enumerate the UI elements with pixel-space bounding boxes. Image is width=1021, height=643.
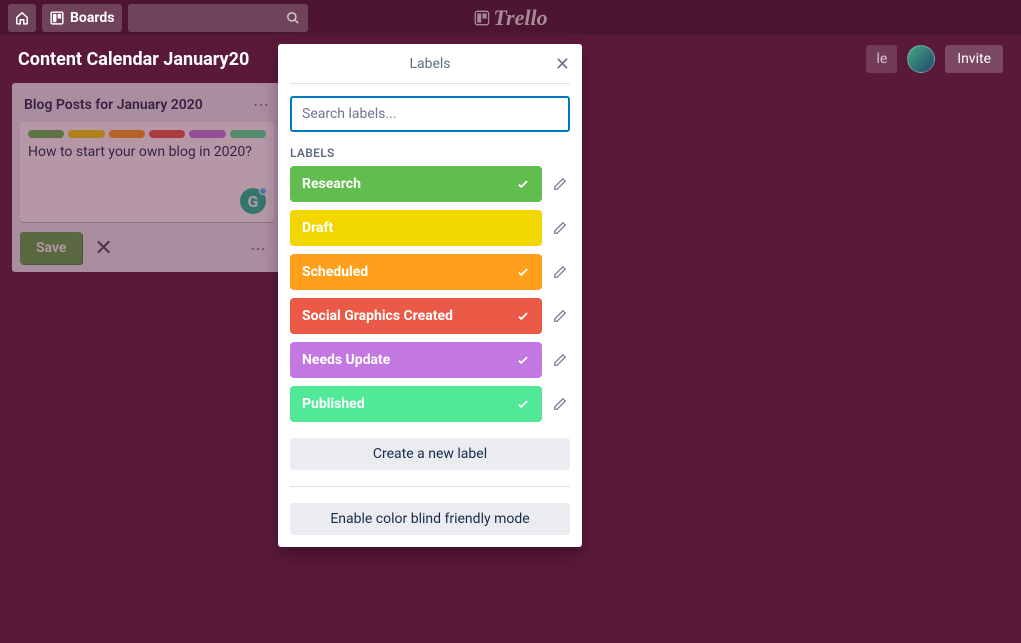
card-label-pill[interactable]	[230, 130, 266, 138]
label-row: Needs Update	[290, 342, 570, 378]
check-icon	[516, 309, 530, 323]
create-label-button[interactable]: Create a new label	[290, 438, 570, 470]
close-icon[interactable]: ✕	[94, 236, 112, 261]
label-row: Social Graphics Created	[290, 298, 570, 334]
label-list: Research Draft Scheduled Social Graphics Cr…	[290, 166, 570, 422]
label-row: Research	[290, 166, 570, 202]
avatar[interactable]	[907, 45, 935, 73]
board-title[interactable]: Content Calendar January20	[18, 49, 249, 70]
pencil-icon[interactable]	[550, 353, 570, 367]
label-pill[interactable]: Scheduled	[290, 254, 542, 290]
logo[interactable]: Trello	[473, 5, 547, 31]
label-pill[interactable]: Draft	[290, 210, 542, 246]
search-icon	[286, 11, 300, 25]
list-menu-button[interactable]: ⋯	[253, 95, 270, 114]
home-icon	[15, 11, 29, 25]
pencil-icon[interactable]	[550, 397, 570, 411]
label-row: Scheduled	[290, 254, 570, 290]
pencil-icon[interactable]	[550, 221, 570, 235]
label-name: Social Graphics Created	[302, 308, 453, 324]
popover-title: Labels	[409, 56, 450, 72]
card-label-pill[interactable]	[149, 130, 185, 138]
card-label-pill[interactable]	[109, 130, 145, 138]
team-visibility[interactable]: le	[866, 45, 897, 73]
card-actions-menu[interactable]: ⋯	[250, 239, 274, 258]
label-row: Published	[290, 386, 570, 422]
boards-icon	[50, 11, 64, 25]
check-icon	[516, 397, 530, 411]
logo-icon	[473, 10, 489, 26]
grammarly-icon[interactable]: G	[240, 188, 266, 214]
label-pill[interactable]: Research	[290, 166, 542, 202]
topbar: Boards Trello	[0, 0, 1021, 35]
card-label-pill[interactable]	[28, 130, 64, 138]
search-box[interactable]	[128, 4, 308, 32]
card-labels	[28, 130, 266, 138]
label-name: Needs Update	[302, 352, 390, 368]
pencil-icon[interactable]	[550, 265, 570, 279]
label-name: Published	[302, 396, 365, 412]
label-pill[interactable]: Social Graphics Created	[290, 298, 542, 334]
boards-label: Boards	[70, 10, 114, 26]
boards-button[interactable]: Boards	[42, 4, 122, 32]
pencil-icon[interactable]	[550, 309, 570, 323]
check-icon	[516, 265, 530, 279]
check-icon	[516, 177, 530, 191]
label-name: Draft	[302, 220, 333, 236]
save-button[interactable]: Save	[20, 232, 82, 264]
colorblind-mode-button[interactable]: Enable color blind friendly mode	[290, 503, 570, 535]
list: Blog Posts for January 2020 ⋯ How to sta…	[12, 83, 282, 272]
search-labels-input[interactable]	[290, 96, 570, 132]
card-text: How to start your own blog in 2020?	[28, 144, 266, 160]
card-label-pill[interactable]	[189, 130, 225, 138]
label-pill[interactable]: Needs Update	[290, 342, 542, 378]
label-name: Research	[302, 176, 361, 192]
card-label-pill[interactable]	[68, 130, 104, 138]
list-title[interactable]: Blog Posts for January 2020	[24, 97, 203, 113]
labels-popover: Labels ✕ LABELS Research Draft Scheduled So…	[278, 44, 582, 547]
invite-button[interactable]: Invite	[945, 45, 1003, 73]
label-row: Draft	[290, 210, 570, 246]
label-name: Scheduled	[302, 264, 368, 280]
section-heading: LABELS	[290, 146, 570, 160]
logo-text: Trello	[493, 5, 547, 31]
close-icon[interactable]: ✕	[555, 54, 570, 75]
pencil-icon[interactable]	[550, 177, 570, 191]
home-button[interactable]	[8, 4, 36, 32]
check-icon	[516, 353, 530, 367]
label-pill[interactable]: Published	[290, 386, 542, 422]
card[interactable]: How to start your own blog in 2020? G	[20, 122, 274, 222]
